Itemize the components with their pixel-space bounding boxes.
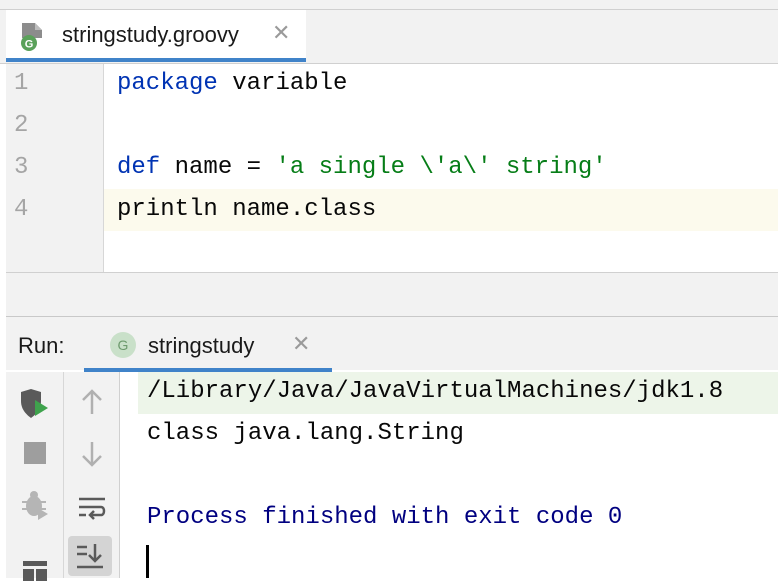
layout-icon[interactable] xyxy=(17,548,53,584)
svg-text:G: G xyxy=(25,39,34,51)
soft-wrap-icon[interactable] xyxy=(74,490,110,526)
line-number: 2 xyxy=(14,112,29,139)
run-tab-label: stringstudy xyxy=(148,333,255,358)
console-caret xyxy=(146,545,149,578)
console-output-line: class java.lang.String xyxy=(147,420,464,447)
run-toolbar-right xyxy=(64,372,120,578)
run-toolbar-left xyxy=(6,372,64,581)
tab-close-icon[interactable]: ✕ xyxy=(272,22,290,44)
debug-icon[interactable] xyxy=(17,486,53,522)
console-command-line: /Library/Java/JavaVirtualMachines/jdk1.8 xyxy=(147,378,724,405)
code-keyword: package xyxy=(117,70,218,97)
groovy-run-icon: G xyxy=(110,332,136,358)
up-arrow-icon[interactable] xyxy=(74,384,110,420)
console-exit-message: Process finished with exit code 0 xyxy=(147,504,623,531)
line-number: 3 xyxy=(14,154,29,181)
code-string: 'a single \'a\' string' xyxy=(275,154,607,181)
down-arrow-icon[interactable] xyxy=(74,436,110,472)
scroll-to-end-icon[interactable] xyxy=(68,536,112,576)
code-text: println name.class xyxy=(117,196,377,223)
code-line[interactable]: package variable xyxy=(117,70,347,97)
groovy-file-icon: G xyxy=(18,21,46,51)
line-number: 4 xyxy=(14,196,29,223)
window-top-strip xyxy=(0,0,778,10)
rerun-icon[interactable] xyxy=(17,386,53,422)
code-text: variable xyxy=(217,70,348,97)
line-number: 1 xyxy=(14,70,29,97)
stop-icon[interactable] xyxy=(17,435,53,471)
run-tab-close-icon[interactable]: ✕ xyxy=(292,333,310,355)
run-label: Run: xyxy=(18,333,65,358)
editor-bottom-panel xyxy=(6,272,778,317)
code-keyword: def xyxy=(117,154,161,181)
code-line[interactable]: def name = 'a single \'a\' string' xyxy=(117,154,607,181)
tab-filename: stringstudy.groovy xyxy=(62,22,239,47)
code-text: name = xyxy=(160,154,276,181)
code-line[interactable]: println name.class xyxy=(117,196,376,223)
